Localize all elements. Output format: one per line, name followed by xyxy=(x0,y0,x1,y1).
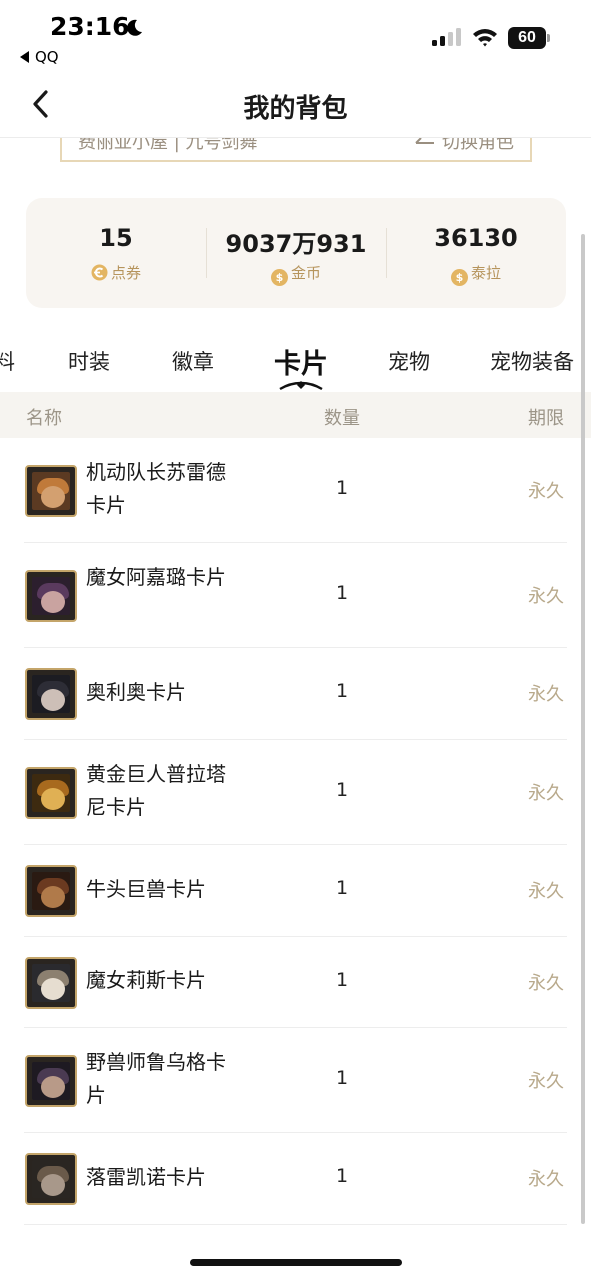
home-indicator[interactable] xyxy=(190,1259,402,1266)
cellular-signal-icon xyxy=(432,28,461,46)
list-item[interactable]: 落雷凯诺卡片 1 永久 xyxy=(0,1133,591,1225)
list-item[interactable]: 牛头巨兽卡片 1 永久 xyxy=(0,845,591,937)
battery-icon: 60 xyxy=(508,27,550,49)
card-name: 奥利奥卡片 xyxy=(86,679,186,704)
card-name: 落雷凯诺卡片 xyxy=(86,1164,206,1189)
card-quantity: 1 xyxy=(335,581,349,604)
column-header-expiry: 期限 xyxy=(528,408,564,429)
currency-label: $ 金币 xyxy=(206,262,386,286)
table-header: 名称 数量 期限 xyxy=(0,392,591,438)
card-name: 魔女阿嘉璐卡片 xyxy=(86,564,226,589)
card-portrait-icon xyxy=(25,1054,77,1107)
card-expiry: 永久 xyxy=(528,1070,564,1092)
list-item[interactable]: 魔女莉斯卡片 1 永久 xyxy=(0,937,591,1028)
currency-value: 15 xyxy=(99,224,133,252)
card-name: 魔女莉斯卡片 xyxy=(86,968,206,992)
back-to-app-link[interactable]: QQ xyxy=(20,48,59,66)
card-quantity: 1 xyxy=(335,1066,349,1089)
card-quantity: 1 xyxy=(335,476,349,499)
tab-material[interactable]: 料 xyxy=(0,346,15,376)
list-item[interactable]: 机动队长苏雷德卡片 1 永久 xyxy=(0,438,591,543)
card-expiry: 永久 xyxy=(528,1169,564,1190)
column-header-quantity: 数量 xyxy=(324,408,360,429)
currency-label: 点券 xyxy=(26,262,206,283)
tab-card[interactable]: 卡片 xyxy=(274,342,328,381)
ticket-icon xyxy=(91,264,108,281)
currency-tera: 36130 $ 泰拉 xyxy=(386,198,566,308)
coin-icon: $ xyxy=(270,269,288,286)
switch-arrow-icon xyxy=(415,137,434,144)
tab-fashion[interactable]: 时装 xyxy=(68,346,110,376)
status-time: 23:16 xyxy=(50,12,130,41)
card-quantity: 1 xyxy=(335,778,349,801)
card-name: 野兽师鲁乌格卡片 xyxy=(86,1049,226,1107)
category-tabs: 料 时装 徽章 卡片 宠物 宠物装备 xyxy=(0,330,591,392)
card-name: 黄金巨人普拉塔尼卡片 xyxy=(86,761,226,819)
card-expiry: 永久 xyxy=(528,585,564,607)
card-portrait-icon xyxy=(25,464,77,517)
moon-icon xyxy=(127,19,142,36)
card-name: 牛头巨兽卡片 xyxy=(86,876,206,901)
card-quantity: 1 xyxy=(335,680,349,702)
tab-badge[interactable]: 徽章 xyxy=(172,346,214,376)
currency-value: 9037万931 xyxy=(225,230,367,258)
tab-pet-equipment[interactable]: 宠物装备 xyxy=(490,346,574,376)
tab-pet[interactable]: 宠物 xyxy=(388,346,430,376)
scrollbar[interactable] xyxy=(581,234,585,1224)
card-expiry: 永久 xyxy=(528,881,564,902)
wifi-icon xyxy=(473,29,497,47)
card-quantity: 1 xyxy=(335,968,349,991)
active-tab-indicator xyxy=(279,381,323,391)
card-portrait-icon xyxy=(25,865,77,917)
card-portrait-icon xyxy=(25,569,77,622)
list-item[interactable]: 黄金巨人普拉塔尼卡片 1 永久 xyxy=(0,740,591,845)
currency-points: 15 点券 xyxy=(26,198,206,308)
card-expiry: 永久 xyxy=(528,684,564,705)
card-portrait-icon xyxy=(25,668,77,720)
back-app-label: QQ xyxy=(35,48,59,66)
card-name: 机动队长苏雷德卡片 xyxy=(86,459,226,517)
currency-panel: 15 点券 9037万931 $ 金币 36130 $ 泰拉 xyxy=(26,198,566,308)
card-quantity: 1 xyxy=(335,877,349,899)
status-bar: 23:16 QQ 60 xyxy=(0,0,591,72)
card-expiry: 永久 xyxy=(528,782,564,804)
card-portrait-icon xyxy=(25,1153,77,1205)
row-divider xyxy=(24,1224,567,1225)
nav-bar: 我的背包 xyxy=(0,72,591,138)
currency-gold: 9037万931 $ 金币 xyxy=(206,198,386,308)
list-item[interactable]: 野兽师鲁乌格卡片 1 永久 xyxy=(0,1028,591,1133)
card-portrait-icon xyxy=(25,956,77,1009)
list-item[interactable]: 魔女阿嘉璐卡片 1 永久 xyxy=(0,543,591,648)
currency-value: 36130 xyxy=(434,224,518,252)
column-header-name: 名称 xyxy=(26,408,62,429)
card-expiry: 永久 xyxy=(528,480,564,502)
card-quantity: 1 xyxy=(335,1165,349,1187)
card-portrait-icon xyxy=(25,766,77,819)
list-item[interactable]: 奥利奥卡片 1 永久 xyxy=(0,648,591,740)
battery-level: 60 xyxy=(508,27,546,49)
back-triangle-icon xyxy=(20,51,29,63)
card-expiry: 永久 xyxy=(528,972,564,994)
page-title: 我的背包 xyxy=(243,94,348,124)
currency-label: $ 泰拉 xyxy=(386,262,566,286)
coin-icon: $ xyxy=(450,269,468,286)
